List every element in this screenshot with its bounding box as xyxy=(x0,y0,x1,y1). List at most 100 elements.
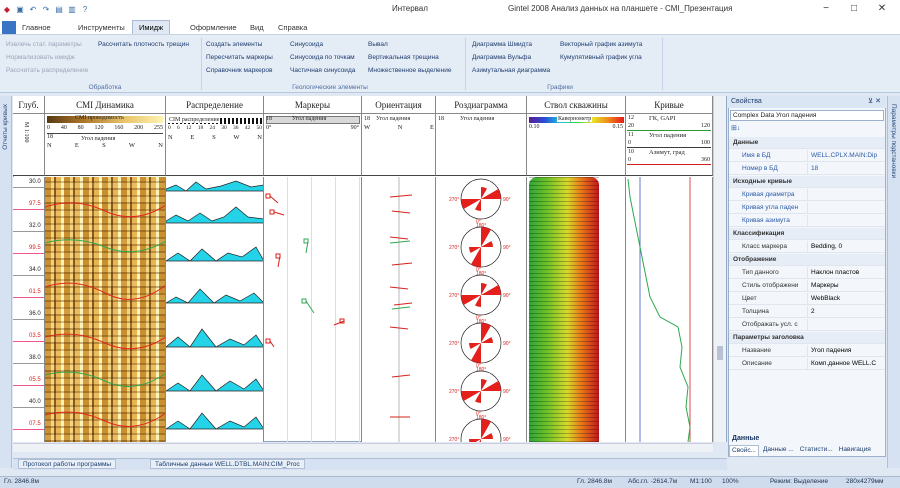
tab-design[interactable]: Оформление xyxy=(184,22,243,33)
property-value[interactable]: 2 xyxy=(807,306,885,317)
property-row[interactable]: Цвет WebBlack xyxy=(729,293,885,305)
property-value[interactable] xyxy=(807,319,885,330)
maximize-button[interactable]: □ xyxy=(846,2,862,16)
wellbore-track[interactable] xyxy=(527,177,626,442)
col-header-depth[interactable]: Глуб. xyxy=(13,96,45,114)
property-category[interactable]: Параметры заголовка xyxy=(729,332,885,344)
redo-icon[interactable]: ↷ xyxy=(41,5,51,15)
horizontal-scrollbar[interactable] xyxy=(13,443,713,452)
property-value[interactable]: Маркеры xyxy=(807,280,885,291)
property-value[interactable]: Bedding, 0 xyxy=(807,241,885,252)
tab-program-log[interactable]: Протокол работы программы xyxy=(18,459,117,469)
property-value[interactable]: WELL.CPLX.MAIN:Dip xyxy=(807,150,885,161)
partial-sinusoid-button[interactable]: Частичная синусоида xyxy=(290,67,355,74)
tab-data[interactable]: Данные ... xyxy=(761,445,796,457)
multi-select-button[interactable]: Множественное выделение xyxy=(368,67,452,74)
breakout-button[interactable]: Вывал xyxy=(368,41,388,48)
property-value[interactable]: Комп.данное WELL.C xyxy=(807,358,885,369)
cmi-image-track[interactable] xyxy=(45,177,166,442)
wulff-diagram-button[interactable]: Диаграмма Вульфа xyxy=(472,54,531,61)
sinusoid-by-points-button[interactable]: Синусоида по точкам xyxy=(290,54,355,61)
tab-table-data[interactable]: Табличные данные WELL.DTBL.MAIN:CIM_Proc xyxy=(150,459,305,469)
col-header-cmi[interactable]: CMI Динамика xyxy=(45,96,166,114)
markers-track[interactable] xyxy=(264,177,362,442)
tab-navigation[interactable]: Навигация xyxy=(837,445,873,457)
tab-view[interactable]: Вид xyxy=(244,22,270,33)
normalize-image-button[interactable]: Нормализовать имидж xyxy=(6,54,75,61)
tab-statistics[interactable]: Статисти... xyxy=(798,445,835,457)
markers-curve-num: 18 xyxy=(266,116,272,122)
col-header-rose[interactable]: Роздиаграмма xyxy=(436,96,527,114)
sinusoid-button[interactable]: Синусоида xyxy=(290,41,323,48)
undo-icon[interactable]: ↶ xyxy=(28,5,38,15)
property-row[interactable]: Отображать усл. с xyxy=(729,319,885,331)
depth-track[interactable]: 30.0 97.5 32.0 99.5 34.0 01.5 36.0 03.5 38.0 05.5… xyxy=(13,177,45,442)
sort-icon[interactable]: ⊞↓ xyxy=(731,124,740,132)
property-row[interactable]: Номер в БД 18 xyxy=(729,163,885,175)
calc-distribution-button[interactable]: Рассчитать распределение xyxy=(6,67,88,74)
curves-track[interactable] xyxy=(626,177,713,442)
file-menu-button[interactable] xyxy=(2,21,16,34)
property-value[interactable]: Наклон пластов xyxy=(807,267,885,278)
property-value[interactable]: 18 xyxy=(807,163,885,174)
property-row[interactable]: Толщина 2 xyxy=(729,306,885,318)
property-row[interactable]: Кривая угла паден xyxy=(729,202,885,214)
distribution-track[interactable] xyxy=(166,177,264,442)
dist-legend-label: CIM распределение xyxy=(168,117,221,123)
recalc-markers-button[interactable]: Пересчитать маркеры xyxy=(206,54,273,61)
tab-main[interactable]: Главное xyxy=(16,22,57,33)
property-row[interactable]: Тип данного Наклон пластов xyxy=(729,267,885,279)
extract-stats-button[interactable]: Извлечь стат. параметры xyxy=(6,41,82,48)
property-row[interactable]: Стиль отображени Маркеры xyxy=(729,280,885,292)
help-icon[interactable]: ? xyxy=(80,5,90,15)
col-header-distribution[interactable]: Распределение xyxy=(166,96,264,114)
schmidt-diagram-button[interactable]: Диаграмма Шмидта xyxy=(472,41,532,48)
tab-image[interactable]: Имидж xyxy=(132,20,171,34)
property-row[interactable]: Кривая диаметра xyxy=(729,189,885,201)
property-row[interactable]: Имя в БД WELL.CPLX.MAIN:Dip xyxy=(729,150,885,162)
col-header-curves[interactable]: Кривые xyxy=(626,96,713,114)
property-row[interactable]: Описание Комп.данное WELL.C xyxy=(729,358,885,370)
sinusoid-line xyxy=(45,411,165,427)
close-button[interactable]: ✕ xyxy=(874,2,890,16)
property-row[interactable]: Класс маркера Bedding, 0 xyxy=(729,241,885,253)
property-category[interactable]: Исходные кривые xyxy=(729,176,885,188)
sinusoid-line xyxy=(45,371,165,387)
vertical-scrollbar[interactable] xyxy=(713,96,726,442)
orientation-track[interactable] xyxy=(362,177,436,442)
properties-object-selector[interactable]: Complex Data Угол падения xyxy=(730,110,884,121)
col-header-markers[interactable]: Маркеры xyxy=(264,96,362,114)
print-icon[interactable]: ▥ xyxy=(67,5,77,15)
cumulative-angle-plot-button[interactable]: Кумулятивный график угла xyxy=(560,54,642,61)
azimuth-vector-plot-button[interactable]: Векторный график азимута xyxy=(560,41,642,48)
left-side-tab[interactable]: Отчеты кривых xyxy=(0,96,12,468)
pin-icon[interactable]: ⊻ ✕ xyxy=(868,97,881,105)
open-icon[interactable]: ▤ xyxy=(54,5,64,15)
vertical-fracture-button[interactable]: Вертикальная трещина xyxy=(368,54,439,61)
property-row[interactable]: Название Угол падения xyxy=(729,345,885,357)
property-value[interactable]: Угол падения xyxy=(807,345,885,356)
property-value[interactable] xyxy=(807,215,885,226)
property-category[interactable]: Данные xyxy=(729,137,885,149)
scroll-thumb[interactable] xyxy=(717,346,723,360)
minimize-button[interactable]: − xyxy=(818,2,834,16)
property-category[interactable]: Отображение xyxy=(729,254,885,266)
col-header-orientation[interactable]: Ориентация xyxy=(362,96,436,114)
create-elements-button[interactable]: Создать элементы xyxy=(206,41,262,48)
orient-tick xyxy=(389,240,411,244)
rose-track[interactable]: 0°90°180°270°0°90°180°270°0°90°180°270°0… xyxy=(436,177,527,442)
property-row[interactable]: Кривая азимута xyxy=(729,215,885,227)
calc-fracture-density-button[interactable]: Рассчитать плотность трещин xyxy=(98,41,189,48)
save-icon[interactable]: ▣ xyxy=(15,5,25,15)
property-value[interactable]: WebBlack xyxy=(807,293,885,304)
property-category[interactable]: Классификация xyxy=(729,228,885,240)
tab-properties[interactable]: Свойс... xyxy=(729,445,759,457)
col-header-wellbore[interactable]: Ствол скважины xyxy=(527,96,626,114)
right-side-tab[interactable]: Параметры подстановки xyxy=(887,96,900,468)
tab-tools[interactable]: Инструменты xyxy=(72,22,131,33)
property-value[interactable] xyxy=(807,202,885,213)
markers-reference-button[interactable]: Справочник маркеров xyxy=(206,67,272,74)
tab-help[interactable]: Справка xyxy=(272,22,313,33)
property-value[interactable] xyxy=(807,189,885,200)
azimuth-diagram-button[interactable]: Азимутальная диаграмма xyxy=(472,67,550,74)
